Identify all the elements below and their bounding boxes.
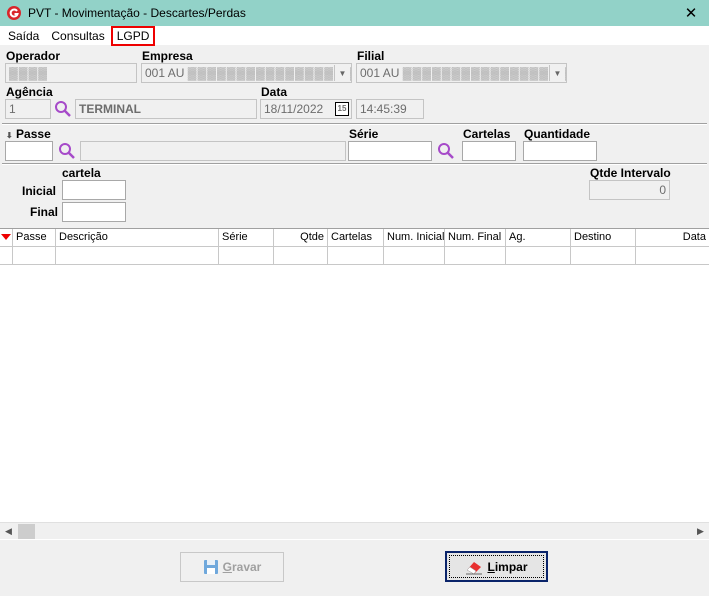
table-cell[interactable] (219, 247, 274, 265)
data-date-field[interactable]: 18/11/2022 15 (260, 99, 352, 119)
cartelas-input[interactable] (462, 141, 516, 161)
calendar-icon[interactable]: 15 (335, 102, 349, 116)
table-cell[interactable] (445, 247, 506, 265)
app-logo-icon (6, 5, 22, 21)
table-cell[interactable] (506, 247, 571, 265)
col-qtde[interactable]: Qtde (274, 229, 328, 247)
save-icon (203, 559, 219, 575)
passe-description-field (80, 141, 346, 161)
passe-label: ⬇ Passe (6, 127, 51, 141)
table-cell[interactable] (384, 247, 445, 265)
scroll-left-icon[interactable]: ◀ (0, 523, 17, 540)
qtde-intervalo-value: 0 (659, 183, 666, 197)
search-icon[interactable] (437, 142, 455, 160)
qtde-intervalo-label: Qtde Intervalo (590, 166, 671, 180)
cartela-label: cartela (62, 166, 101, 180)
search-icon[interactable] (54, 100, 72, 118)
col-num-final[interactable]: Num. Final (445, 229, 506, 247)
sort-arrow-icon (1, 234, 11, 241)
agencia-code: 1 (9, 102, 16, 116)
row-indicator (0, 247, 13, 265)
operador-label: Operador (6, 49, 61, 63)
grid-header: Passe Descrição Série Qtde Cartelas Num.… (0, 229, 709, 247)
menu-consultas[interactable]: Consultas (47, 28, 108, 44)
qtde-intervalo-field: 0 (589, 180, 670, 200)
menu-bar: Saída Consultas LGPD (0, 25, 709, 46)
divider (2, 123, 707, 125)
filial-select[interactable]: 001 AU ▓▓▓▓▓▓▓▓▓▓▓▓▓▓▓▓▓▓▓▓ ▼ (356, 63, 567, 83)
empresa-select[interactable]: 001 AU ▓▓▓▓▓▓▓▓▓▓▓▓▓▓▓▓▓▓▓▓ ▼ (141, 63, 352, 83)
filial-redacted: ▓▓▓▓▓▓▓▓▓▓▓▓▓▓▓▓▓▓▓▓ (402, 66, 566, 80)
cartela-final-input[interactable] (62, 202, 126, 222)
agencia-label: Agência (6, 85, 53, 99)
chevron-down-icon[interactable]: ▼ (549, 65, 565, 81)
agencia-name: TERMINAL (79, 102, 141, 116)
table-cell[interactable] (13, 247, 56, 265)
serie-input[interactable] (348, 141, 432, 161)
eraser-icon (465, 559, 483, 575)
col-cartelas[interactable]: Cartelas (328, 229, 384, 247)
col-destino[interactable]: Destino (571, 229, 636, 247)
gravar-button[interactable]: Gravar (180, 552, 284, 582)
col-descricao[interactable]: Descrição (56, 229, 219, 247)
divider (2, 163, 707, 165)
quantidade-input[interactable] (523, 141, 597, 161)
empresa-value: 001 AU (145, 66, 185, 80)
horizontal-scrollbar[interactable]: ◀ ▶ (0, 522, 709, 539)
data-label: Data (261, 85, 288, 99)
data-date: 18/11/2022 (264, 102, 324, 116)
grid-indicator-header (0, 229, 13, 247)
cartelas-label: Cartelas (463, 127, 511, 141)
filial-label: Filial (357, 49, 385, 63)
agencia-name-field: TERMINAL (75, 99, 257, 119)
limpar-button[interactable]: Limpar (445, 551, 548, 582)
inicial-label: Inicial (22, 184, 57, 198)
operador-field: ▓▓▓▓ (5, 63, 137, 83)
table-cell[interactable] (274, 247, 328, 265)
col-serie[interactable]: Série (219, 229, 274, 247)
search-icon[interactable] (58, 142, 76, 160)
arrow-down-icon: ⬇ (6, 131, 13, 140)
title-bar[interactable]: PVT - Movimentação - Descartes/Perdas ✕ (0, 0, 709, 26)
scroll-right-icon[interactable]: ▶ (692, 523, 709, 540)
table-cell[interactable] (56, 247, 219, 265)
gravar-label: Gravar (222, 560, 262, 574)
cartela-inicial-input[interactable] (62, 180, 126, 200)
col-data[interactable]: Data (636, 229, 709, 247)
col-ag[interactable]: Ag. (506, 229, 571, 247)
scroll-thumb[interactable] (18, 524, 35, 539)
passe-input[interactable] (5, 141, 53, 161)
table-cell[interactable] (571, 247, 636, 265)
table-cell[interactable] (328, 247, 384, 265)
filial-value: 001 AU (360, 66, 400, 80)
quantidade-label: Quantidade (524, 127, 591, 141)
table-row[interactable] (0, 247, 709, 265)
menu-saida[interactable]: Saída (4, 28, 43, 44)
empresa-label: Empresa (142, 49, 193, 63)
chevron-down-icon[interactable]: ▼ (334, 65, 350, 81)
empresa-redacted: ▓▓▓▓▓▓▓▓▓▓▓▓▓▓▓▓▓▓▓▓ (187, 66, 351, 80)
agencia-code-field: 1 (5, 99, 51, 119)
data-time: 14:45:39 (360, 102, 407, 116)
menu-lgpd[interactable]: LGPD (110, 25, 156, 46)
operador-value: ▓▓▓▓ (9, 66, 48, 80)
close-icon[interactable]: ✕ (681, 3, 701, 23)
window-title: PVT - Movimentação - Descartes/Perdas (28, 6, 246, 20)
col-num-inicial[interactable]: Num. Inicial (384, 229, 445, 247)
table-cell[interactable] (636, 247, 709, 265)
final-label: Final (30, 205, 59, 219)
serie-label: Série (349, 127, 379, 141)
data-time-field: 14:45:39 (356, 99, 424, 119)
limpar-label: Limpar (487, 559, 528, 574)
movements-grid[interactable]: Passe Descrição Série Qtde Cartelas Num.… (0, 228, 709, 540)
col-passe[interactable]: Passe (13, 229, 56, 247)
passe-label-text: Passe (16, 127, 51, 141)
